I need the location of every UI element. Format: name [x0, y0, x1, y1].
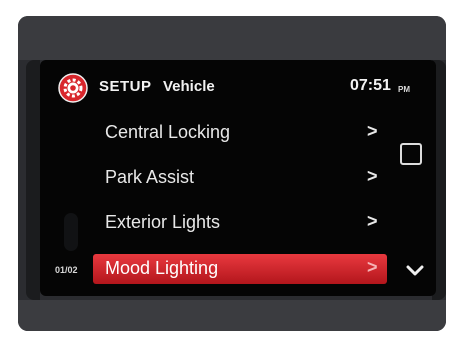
subsection-title: Vehicle — [163, 78, 215, 95]
menu-item-label: Central Locking — [105, 122, 231, 142]
gear-icon[interactable] — [58, 73, 88, 103]
menu-item-central-locking[interactable]: Central Locking > — [93, 118, 387, 148]
chevron-right-icon: > — [367, 121, 378, 141]
bezel-top-frame — [18, 16, 446, 60]
chevron-right-icon: > — [367, 166, 378, 186]
menu-item-label: Mood Lighting — [105, 258, 219, 278]
menu-item-label: Exterior Lights — [105, 212, 221, 232]
chevron-right-icon: > — [367, 257, 378, 277]
chevron-right-icon: > — [367, 211, 378, 231]
bezel-left-edge — [26, 60, 40, 300]
menu-item-mood-lighting[interactable]: Mood Lighting > — [93, 254, 387, 284]
dim-toggle-knob — [64, 213, 78, 251]
menu-item-label: Park Assist — [105, 167, 195, 187]
clock-ampm: PM — [398, 85, 410, 94]
menu-item-park-assist[interactable]: Park Assist > — [93, 163, 387, 193]
page-indicator: 01/02 — [55, 265, 78, 275]
bezel-bottom-frame — [18, 300, 446, 331]
clock-time: 07:51 — [350, 77, 391, 94]
section-title: SETUP — [99, 78, 152, 95]
square-icon[interactable] — [400, 143, 422, 165]
menu-item-exterior-lights[interactable]: Exterior Lights > — [93, 208, 387, 238]
chevron-down-icon[interactable] — [406, 264, 424, 278]
